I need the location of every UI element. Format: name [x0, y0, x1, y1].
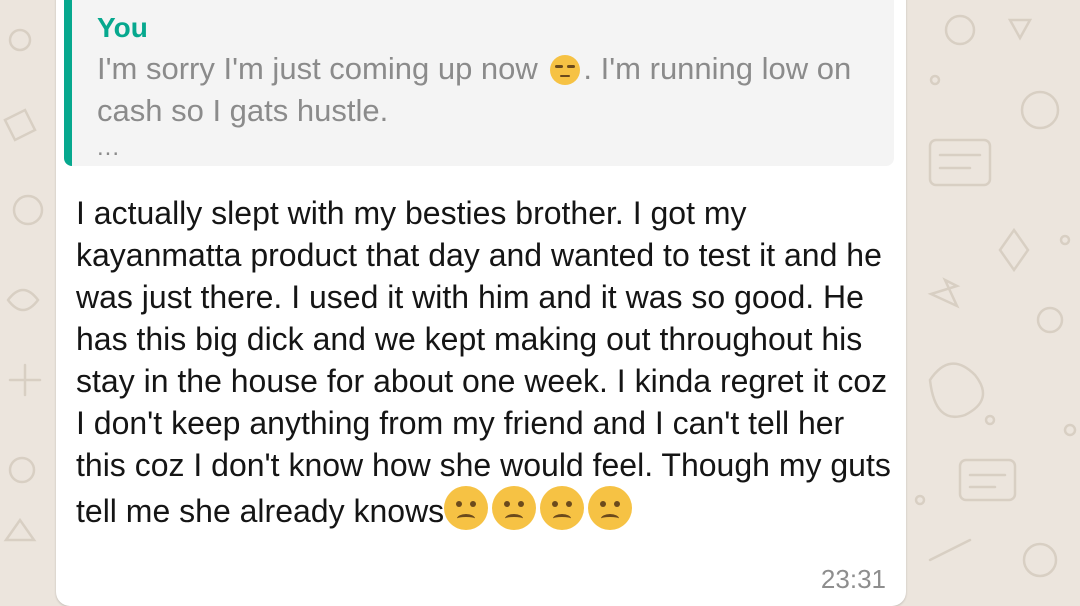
message-bubble[interactable]: You I'm sorry I'm just coming up now . I… — [56, 0, 906, 606]
message-text: I actually slept with my besties brother… — [76, 195, 891, 529]
quote-ellipsis: ... — [97, 134, 121, 161]
frowning-face-icon — [444, 486, 489, 530]
message-timestamp: 23:31 — [820, 564, 886, 594]
frowning-face-icon — [588, 486, 633, 530]
quote-accent-bar — [64, 0, 72, 166]
quote-text: I'm sorry I'm just coming up now . I'm r… — [97, 48, 887, 132]
quote-author: You — [97, 12, 148, 43]
message-text-block: I actually slept with my besties brother… — [76, 192, 896, 532]
frowning-face-icon — [492, 486, 537, 530]
pensive-face-icon — [550, 55, 581, 85]
frowning-face-icon — [540, 486, 585, 530]
quoted-message[interactable]: You I'm sorry I'm just coming up now . I… — [64, 0, 894, 166]
quote-text-part1: I'm sorry I'm just coming up now — [97, 51, 538, 86]
